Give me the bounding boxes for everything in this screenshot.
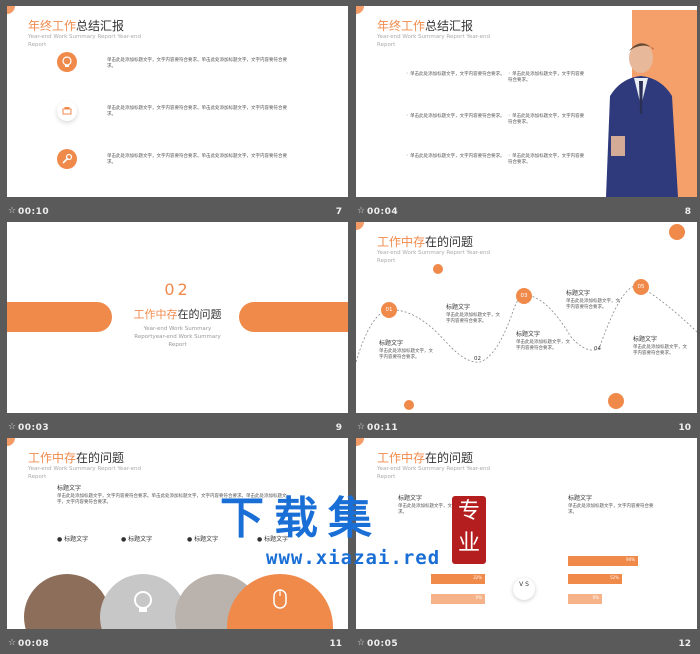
bar-track bbox=[568, 538, 664, 548]
bar-left-2: 0% bbox=[431, 594, 485, 604]
slide-info-bar: ☆ 00:11 10 bbox=[356, 419, 697, 438]
slide-number: 9 bbox=[335, 423, 342, 433]
slide-subtitle: Year-end Work Summary Report Year-end Re… bbox=[377, 466, 491, 480]
slide-timing: 00:08 bbox=[18, 639, 50, 649]
slide-title: 工作中存在的问题 bbox=[377, 451, 474, 465]
slide-info-bar: ☆ 00:08 11 bbox=[7, 635, 348, 654]
point-01: 01 bbox=[381, 302, 397, 318]
point-02: 02 bbox=[474, 356, 481, 362]
wave-path bbox=[356, 285, 697, 363]
text-item: 单击此处添加标题文字，文字内容要符合要求。单击此处添加标题文字，文字内容要符合要… bbox=[107, 154, 287, 165]
text-item: ◦ 单击此处添加标题文字，文字内容要符合要求。 bbox=[508, 114, 585, 125]
slide-info-bar: ☆ 00:03 9 bbox=[7, 419, 348, 438]
printer-icon bbox=[57, 101, 77, 121]
bar-right-3: 0% bbox=[568, 594, 602, 604]
wrench-icon bbox=[57, 149, 77, 169]
team-photo bbox=[24, 574, 110, 629]
slide-number: 11 bbox=[329, 639, 342, 649]
section-subtitle: Year-end Work Summary Reportyear-end Wor… bbox=[134, 326, 221, 348]
slide-number: 8 bbox=[684, 207, 691, 217]
mouse-circle bbox=[227, 574, 333, 629]
bar-right-1: 94% bbox=[568, 556, 638, 566]
slide-info-bar: ☆ 00:05 12 bbox=[356, 635, 697, 654]
slide-title: 年终工作总结汇报 bbox=[377, 19, 474, 33]
watermark-text: 下载集 bbox=[220, 493, 382, 544]
slide-info-bar: ☆ 00:10 7 bbox=[7, 203, 348, 222]
star-icon: ☆ bbox=[357, 638, 366, 648]
point-03: 03 bbox=[516, 288, 532, 304]
text-item: ◦ 单击此处添加标题文字，文字内容要符合要求。 bbox=[508, 154, 585, 165]
star-icon: ☆ bbox=[8, 206, 17, 216]
star-icon: ☆ bbox=[8, 422, 17, 432]
label-heading: 标题文字 bbox=[633, 336, 658, 343]
label-heading: 标题文字 bbox=[57, 485, 82, 492]
star-icon: ☆ bbox=[357, 422, 366, 432]
label-heading: 标题文字 bbox=[446, 304, 471, 311]
star-icon: ☆ bbox=[357, 206, 366, 216]
label-heading: 标题文字 bbox=[568, 495, 593, 502]
bullet-item: ● 标题文字 bbox=[187, 536, 219, 543]
text-item: ◦ 单击此处添加标题文字，文字内容要符合要求。 bbox=[406, 154, 505, 159]
bar-right-2: 52% bbox=[568, 574, 622, 584]
slide-title: 工作中存在的问题 bbox=[28, 451, 125, 465]
text-item: ◦ 单击此处添加标题文字，文字内容要符合要求。 bbox=[406, 72, 505, 77]
label-heading: 标题文字 bbox=[379, 340, 404, 347]
slide-subtitle: Year-end Work Summary Report Year-end Re… bbox=[28, 466, 142, 480]
section-number: 02 bbox=[164, 280, 191, 299]
text-item: ◦ 单击此处添加标题文字，文字内容要符合要求。 bbox=[508, 72, 585, 83]
label-heading: 标题文字 bbox=[516, 331, 541, 338]
star-icon: ☆ bbox=[8, 638, 17, 648]
label-text: 单击此处添加标题文字，文字内容要符合要求。 bbox=[446, 313, 500, 324]
section-title: 工作中存在的问题 bbox=[133, 308, 222, 321]
slide-timing: 00:04 bbox=[367, 207, 399, 217]
point-05: 05 bbox=[633, 279, 649, 295]
label-text: 单击此处添加标题文字，文字内容要符合要求。 bbox=[379, 349, 433, 360]
slide-subtitle: Year-end Work Summary Report Year-end Re… bbox=[28, 34, 142, 48]
slide-title: 年终工作总结汇报 bbox=[28, 19, 125, 33]
label-heading: 标题文字 bbox=[398, 495, 423, 502]
watermark-url: www.xiazai.red bbox=[266, 547, 441, 569]
slide-timing: 00:05 bbox=[367, 639, 399, 649]
slide-timing: 00:11 bbox=[367, 423, 399, 433]
bulb-icon bbox=[57, 52, 77, 72]
label-heading: 标题文字 bbox=[566, 290, 591, 297]
label-text: 单击此处添加标题文字，文字内容要符合要求。 bbox=[566, 299, 620, 310]
text-item: 单击此处添加标题文字，文字内容要符合要求。单击此处添加标题文字，文字内容要符合要… bbox=[107, 58, 287, 69]
slide-timing: 00:10 bbox=[18, 207, 50, 217]
slide-number: 12 bbox=[678, 639, 691, 649]
slide-subtitle: Year-end Work Summary Report Year-end Re… bbox=[377, 34, 491, 48]
businessman-photo bbox=[596, 36, 686, 197]
bulb-circle bbox=[100, 574, 186, 629]
bullet-item: ● 标题文字 bbox=[57, 536, 89, 543]
label-text: 单击此处添加标题文字，文字内容要符合要求。 bbox=[568, 504, 654, 515]
label-text: 单击此处添加标题文字，文字内容要符合要求。 bbox=[633, 345, 687, 356]
label-text: 单击此处添加标题文字，文字内容要符合要求。 bbox=[516, 340, 570, 351]
vs-badge: V S bbox=[513, 578, 535, 600]
seal-stamp: 专业 bbox=[452, 496, 486, 564]
point-04: 04 bbox=[594, 346, 601, 352]
slide-timing: 00:03 bbox=[18, 423, 50, 433]
slide-info-bar: ☆ 00:04 8 bbox=[356, 203, 697, 222]
slide-number: 7 bbox=[335, 207, 342, 217]
text-item: 单击此处添加标题文字，文字内容要符合要求。单击此处添加标题文字，文字内容要符合要… bbox=[107, 106, 287, 117]
slide-number: 10 bbox=[678, 423, 691, 433]
bar-left-1: 32% bbox=[431, 574, 485, 584]
text-item: ◦ 单击此处添加标题文字，文字内容要符合要求。 bbox=[406, 114, 505, 119]
bullet-item: ● 标题文字 bbox=[121, 536, 153, 543]
